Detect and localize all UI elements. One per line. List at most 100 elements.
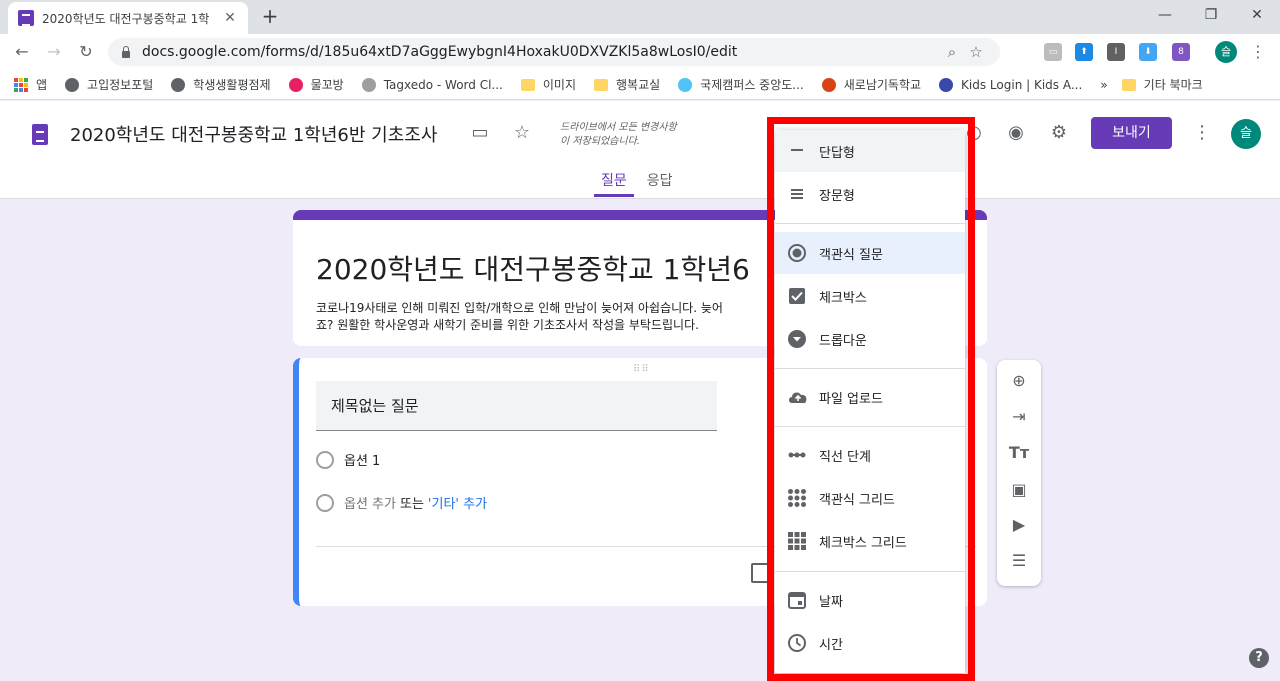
bookmark-item[interactable]: 학생생활평점제	[171, 76, 271, 93]
tab-questions[interactable]: 질문	[594, 171, 634, 197]
bookmark-item[interactable]: Tagxedo - Word Cl...	[361, 77, 503, 92]
back-icon[interactable]: ←	[10, 40, 34, 64]
profile-avatar[interactable]: 슬	[1215, 41, 1237, 63]
bookmark-apps[interactable]: 앱	[14, 76, 47, 93]
menu-item-time[interactable]: 시간	[775, 622, 965, 664]
new-tab-button[interactable]: +	[258, 4, 282, 28]
bookmarks-bar: 앱 고입정보포털 학생생활평점제 물꼬방 Tagxedo - Word Cl..…	[0, 70, 1280, 100]
browser-tab[interactable]: 2020학년도 대전구봉중학교 1학 ✕	[8, 2, 248, 34]
menu-item-checkbox-grid[interactable]: 체크박스 그리드	[775, 520, 965, 562]
extension-ex-icon[interactable]: EX	[1013, 43, 1031, 61]
more-options-icon[interactable]: ⋮	[1190, 121, 1214, 145]
menu-item-multiple-choice[interactable]: 객관식 질문	[775, 232, 965, 274]
restore-icon[interactable]: ❐	[1188, 0, 1234, 30]
menu-item-dropdown[interactable]: 드롭다운	[775, 318, 965, 360]
bookmark-folder[interactable]: 행복교실	[594, 76, 660, 93]
duplicate-icon[interactable]	[751, 563, 769, 583]
star-icon[interactable]: ☆	[510, 121, 534, 145]
preview-eye-icon[interactable]: ◉	[1004, 121, 1028, 145]
site-icon	[288, 77, 303, 92]
add-option-link[interactable]: 옵션 추가	[344, 493, 396, 512]
date-icon	[787, 590, 807, 610]
address-bar[interactable]: docs.google.com/forms/d/185u64xtD7aGggEw…	[108, 38, 1000, 66]
menu-item-linear-scale[interactable]: 직선 단계	[775, 434, 965, 476]
extension-upload-icon[interactable]: ⬆	[1075, 43, 1093, 61]
add-option-row[interactable]: 옵션 추가 또는 '기타' 추가	[316, 493, 487, 512]
help-icon[interactable]: ?	[1249, 648, 1269, 668]
menu-item-checkbox[interactable]: 체크박스	[775, 275, 965, 317]
option-label[interactable]: 옵션 1	[344, 450, 380, 469]
palette-icon[interactable]: ◐	[962, 121, 986, 145]
reload-icon[interactable]: ↻	[74, 40, 98, 64]
add-section-icon[interactable]: ☰	[1007, 549, 1031, 573]
bookmarks-overflow-button[interactable]: »	[1100, 78, 1107, 92]
menu-item-multiple-choice-grid[interactable]: 객관식 그리드	[775, 477, 965, 519]
bookmark-item[interactable]: 물꼬방	[288, 76, 344, 93]
forward-icon[interactable]: →	[42, 40, 66, 64]
chrome-menu-icon[interactable]: ⋮	[1246, 40, 1270, 64]
menu-divider	[775, 571, 965, 572]
bookmark-item[interactable]: 국제캠퍼스 중앙도...	[678, 76, 804, 93]
import-questions-icon[interactable]: ⇥	[1007, 405, 1031, 429]
google-forms-favicon-icon	[18, 10, 34, 26]
folder-icon	[1121, 78, 1136, 91]
globe-icon	[171, 77, 186, 92]
option-row[interactable]: 옵션 1	[316, 450, 380, 469]
extension-screen-icon[interactable]: ▭	[1044, 43, 1062, 61]
add-other-link[interactable]: '기타' 추가	[428, 493, 487, 512]
menu-item-paragraph[interactable]: 장문형	[775, 173, 965, 215]
folder-icon	[520, 78, 535, 91]
bookmark-star-icon[interactable]: ☆	[964, 43, 988, 61]
bookmark-item[interactable]: 새로남기독학교	[821, 76, 921, 93]
form-tabs: 질문 응답	[594, 171, 686, 197]
browser-toolbar: ← → ↻ docs.google.com/forms/d/185u64xtD7…	[0, 34, 1280, 70]
menu-item-short-answer[interactable]: 단답형	[775, 130, 965, 172]
send-button[interactable]: 보내기	[1091, 117, 1172, 149]
account-avatar[interactable]: 슬	[1231, 119, 1261, 149]
form-description[interactable]: 코로나19사태로 인해 미뤄진 입학/개학으로 인해 만남이 늦어져 아쉽습니다…	[316, 300, 776, 334]
time-icon	[787, 633, 807, 653]
paragraph-icon	[787, 184, 807, 204]
cloud-icon	[678, 77, 693, 92]
apps-icon	[14, 77, 28, 92]
url-text[interactable]: docs.google.com/forms/d/185u64xtD7aGggEw…	[142, 44, 940, 60]
google-forms-logo-icon[interactable]	[32, 124, 48, 145]
forms-header: 2020학년도 대전구봉중학교 1학년6반 기초조사 ▭ ☆ 드라이브에서 모든…	[0, 101, 1280, 199]
bookmark-item[interactable]: Kids Login | Kids A...	[939, 77, 1082, 92]
minimize-icon[interactable]: —	[1142, 0, 1188, 30]
settings-gear-icon[interactable]: ⚙	[1047, 121, 1071, 145]
bookmark-item[interactable]: 고입정보포털	[65, 76, 153, 93]
menu-divider	[775, 426, 965, 427]
drag-handle-icon[interactable]: ⠿⠿	[633, 364, 650, 375]
browser-tab-title: 2020학년도 대전구봉중학교 1학	[42, 11, 210, 26]
window-close-icon[interactable]: ✕	[1234, 0, 1280, 30]
extension-download-icon[interactable]: ⬇	[1139, 43, 1157, 61]
menu-divider	[775, 368, 965, 369]
question-title-input[interactable]: 제목없는 질문	[316, 381, 717, 431]
move-to-folder-icon[interactable]: ▭	[468, 121, 492, 145]
bookmark-folder[interactable]: 이미지	[520, 76, 576, 93]
multiple-choice-icon	[787, 243, 807, 263]
menu-item-date[interactable]: 날짜	[775, 579, 965, 621]
menu-item-file-upload[interactable]: 파일 업로드	[775, 376, 965, 418]
browser-tab-strip: 2020학년도 대전구봉중학교 1학 ✕ + — ❐ ✕	[0, 0, 1280, 34]
add-title-icon[interactable]: Tт	[1007, 441, 1031, 465]
add-question-icon[interactable]: ⊕	[1007, 369, 1031, 393]
extension-i-icon[interactable]: I	[1107, 43, 1125, 61]
add-image-icon[interactable]: ▣	[1007, 478, 1031, 502]
menu-divider	[775, 223, 965, 224]
checkbox-icon	[787, 286, 807, 306]
zoom-icon[interactable]: ⌕	[940, 43, 964, 61]
form-title[interactable]: 2020학년도 대전구봉중학교 1학년6	[316, 248, 750, 288]
multiple-choice-grid-icon	[787, 488, 807, 508]
save-status: 드라이브에서 모든 변경사항 이 저장되었습니다.	[560, 122, 677, 147]
other-bookmarks[interactable]: 기타 북마크	[1121, 76, 1203, 93]
doc-title[interactable]: 2020학년도 대전구봉중학교 1학년6반 기초조사	[70, 121, 437, 147]
star-icon	[361, 77, 376, 92]
extension-v-icon[interactable]: 8	[1172, 43, 1190, 61]
add-video-icon[interactable]: ▶	[1007, 513, 1031, 537]
side-toolbar: ⊕ ⇥ Tт ▣ ▶ ☰	[997, 360, 1041, 586]
checkbox-grid-icon	[787, 531, 807, 551]
tab-close-icon[interactable]: ✕	[222, 10, 238, 26]
tab-responses[interactable]: 응답	[640, 171, 680, 197]
